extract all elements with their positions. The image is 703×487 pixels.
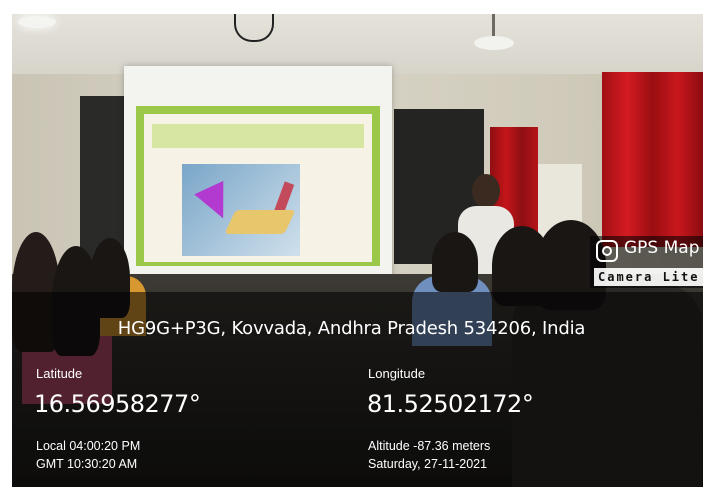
curtain-right xyxy=(602,72,703,247)
latitude-label: Latitude xyxy=(36,366,83,381)
address-text: HG9G+P3G, Kovvada, Andhra Pradesh 534206… xyxy=(117,318,586,339)
app-badge-subtitle: Camera Lite xyxy=(594,268,703,286)
material-flakes-graphic xyxy=(224,210,296,234)
camera-icon xyxy=(596,240,618,262)
longitude-value: 81.52502172° xyxy=(367,390,534,418)
teacher-head xyxy=(472,174,500,208)
tube-light xyxy=(18,16,56,28)
latitude-value: 16.56958277° xyxy=(34,390,201,418)
longitude-label: Longitude xyxy=(368,366,426,381)
slide-text-block xyxy=(152,124,364,148)
app-badge-title: GPS Map xyxy=(624,238,700,258)
altitude: Altitude -87.36 meters xyxy=(368,439,491,453)
ceiling-fan xyxy=(474,36,514,50)
fan-rod xyxy=(492,14,495,38)
student-head xyxy=(432,232,478,292)
gmt-time: GMT 10:30:20 AM xyxy=(36,457,138,471)
date: Saturday, 27-11-2021 xyxy=(368,457,488,471)
local-time: Local 04:00:20 PM xyxy=(36,439,141,453)
